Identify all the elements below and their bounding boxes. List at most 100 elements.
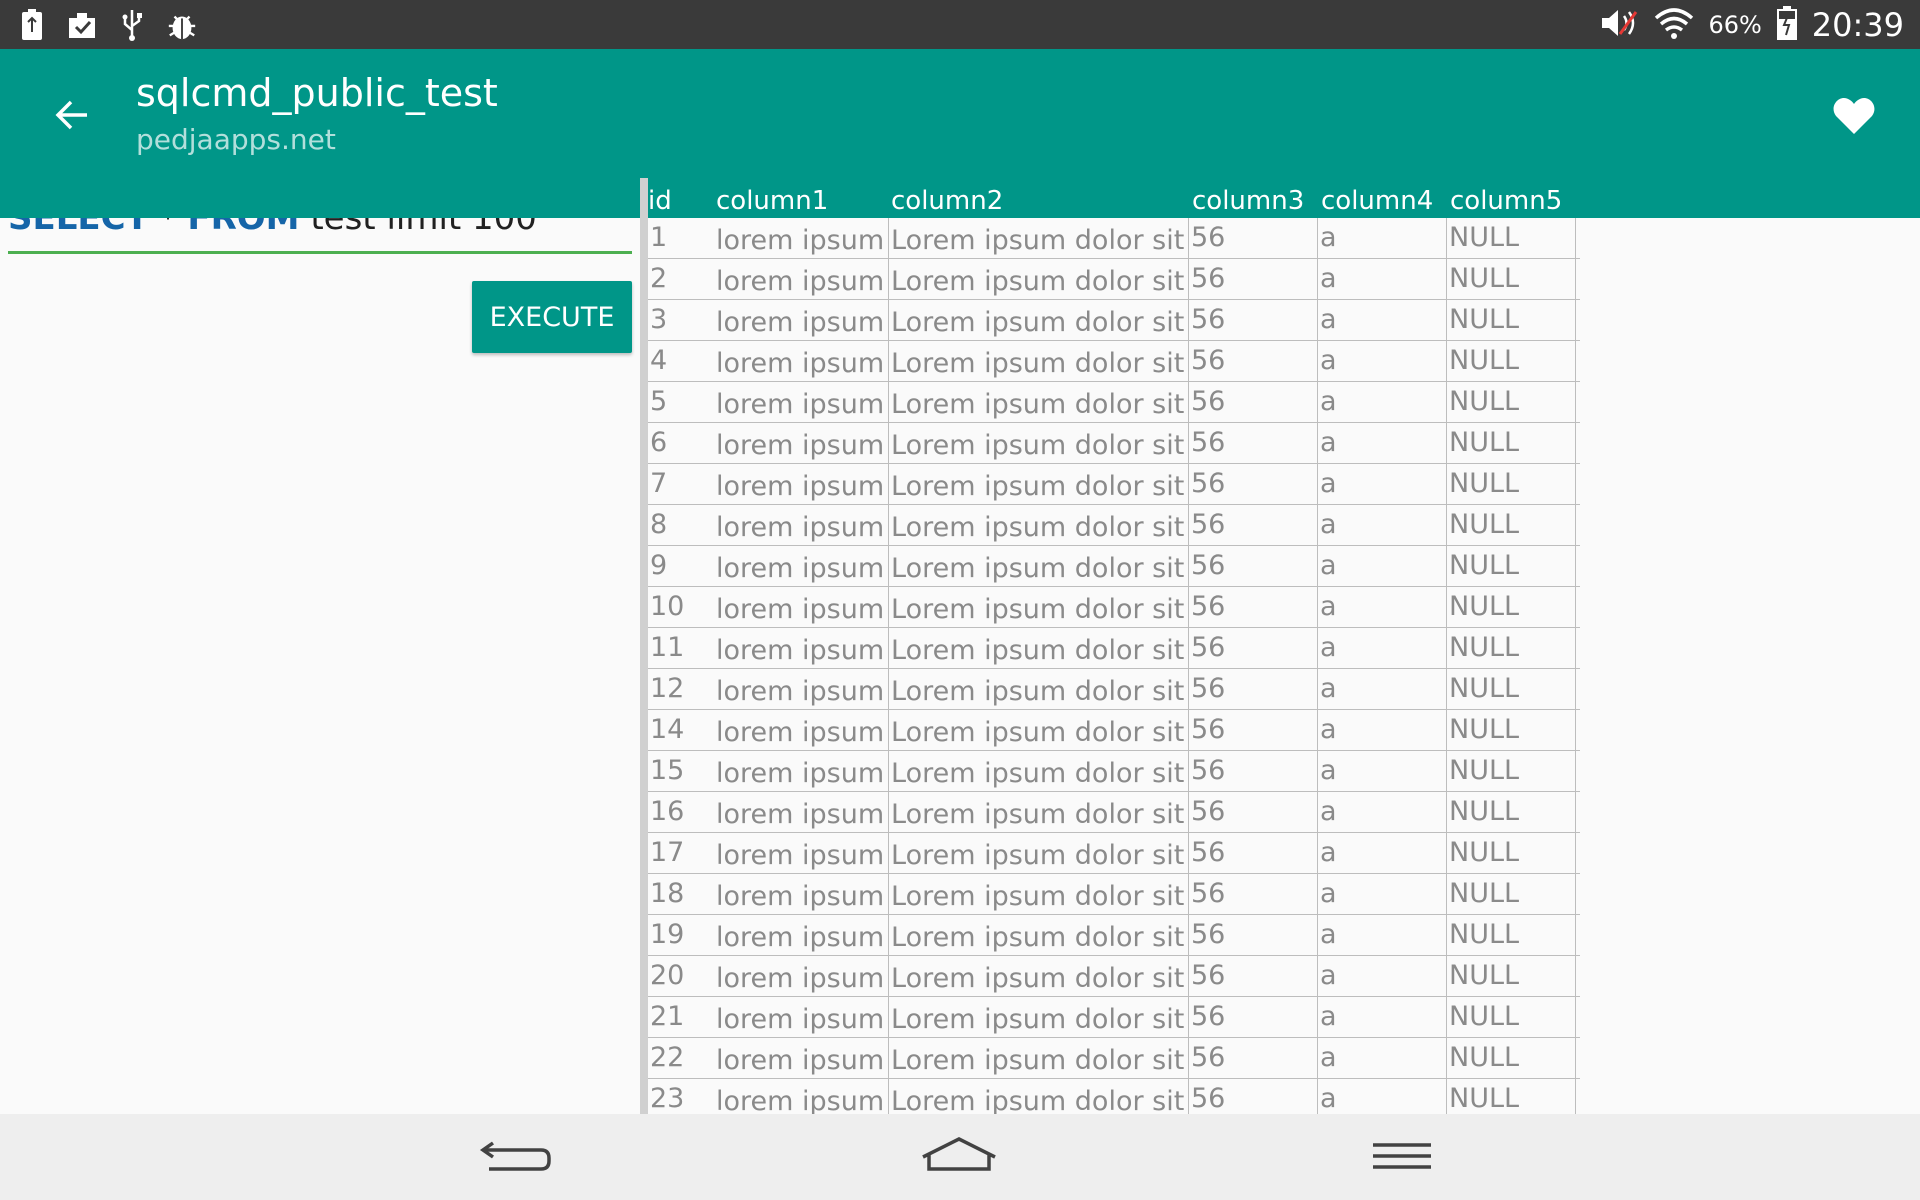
cell-column1: lorem ipsum	[714, 874, 889, 915]
cell-id: 6	[650, 427, 668, 458]
cell-column1: lorem ipsum	[714, 546, 889, 587]
table-row[interactable]: 21 lorem ipsum Lorem ipsum dolor sit a 56 a N…	[648, 997, 1580, 1038]
column-header-id: id	[648, 186, 672, 216]
cell-column2: Lorem ipsum dolor sit a	[889, 423, 1189, 464]
cell-column5: NULL	[1447, 1079, 1576, 1114]
column-header-column3: column3	[1192, 186, 1305, 216]
table-row[interactable]: 6 lorem ipsum Lorem ipsum dolor sit a 56 a NU…	[648, 423, 1580, 464]
cell-column4: a	[1318, 546, 1447, 587]
cell-column2: Lorem ipsum dolor sit a	[889, 587, 1189, 628]
menu-nav-icon	[1373, 1143, 1431, 1169]
cell-column2: Lorem ipsum dolor sit a	[889, 833, 1189, 874]
arrow-back-icon	[55, 100, 87, 130]
cell-id: 20	[650, 960, 685, 991]
cell-column4: a	[1318, 259, 1447, 300]
cell-column3: 56	[1189, 259, 1318, 300]
table-row[interactable]: 17 lorem ipsum Lorem ipsum dolor sit a 56 a N…	[648, 833, 1580, 874]
table-row[interactable]: 2 lorem ipsum Lorem ipsum dolor sit a 56 a NU…	[648, 259, 1580, 300]
cell-id: 14	[650, 714, 685, 745]
cell-column1: lorem ipsum	[714, 710, 889, 751]
back-button[interactable]	[44, 87, 100, 143]
clock: 20:39	[1811, 5, 1904, 44]
table-row[interactable]: 18 lorem ipsum Lorem ipsum dolor sit a 56 a N…	[648, 874, 1580, 915]
table-row[interactable]: 14 lorem ipsum Lorem ipsum dolor sit a 56 a N…	[648, 710, 1580, 751]
cell-column4: a	[1318, 874, 1447, 915]
cell-column5: NULL	[1447, 546, 1576, 587]
cell-column1: lorem ipsum	[714, 1079, 889, 1114]
back-nav-icon	[479, 1141, 551, 1171]
table-row[interactable]: 12 lorem ipsum Lorem ipsum dolor sit a 56 a N…	[648, 669, 1580, 710]
cell-column4: a	[1318, 751, 1447, 792]
table-row[interactable]: 5 lorem ipsum Lorem ipsum dolor sit a 56 a NU…	[648, 382, 1580, 423]
nav-back-button[interactable]	[472, 1128, 562, 1186]
table-row[interactable]: 16 lorem ipsum Lorem ipsum dolor sit a 56 a N…	[648, 792, 1580, 833]
cell-column5: NULL	[1447, 423, 1576, 464]
cell-column2: Lorem ipsum dolor sit a	[889, 792, 1189, 833]
table-row[interactable]: 19 lorem ipsum Lorem ipsum dolor sit a 56 a N…	[648, 915, 1580, 956]
table-row[interactable]: 4 lorem ipsum Lorem ipsum dolor sit a 56 a NU…	[648, 341, 1580, 382]
nav-home-button[interactable]	[914, 1128, 1004, 1186]
column-header-column4: column4	[1321, 186, 1434, 216]
cell-id: 8	[650, 509, 668, 540]
cell-id: 18	[650, 878, 685, 909]
table-row[interactable]: 23 lorem ipsum Lorem ipsum dolor sit a 56 a N…	[648, 1079, 1580, 1114]
table-row[interactable]: 9 lorem ipsum Lorem ipsum dolor sit a 56 a NU…	[648, 546, 1580, 587]
table-row[interactable]: 15 lorem ipsum Lorem ipsum dolor sit a 56 a N…	[648, 751, 1580, 792]
status-bar-system: 66% 20:39	[1598, 0, 1904, 49]
cell-id: 22	[650, 1042, 685, 1073]
cell-column3: 56	[1189, 792, 1318, 833]
cell-id: 23	[650, 1083, 685, 1114]
table-row[interactable]: 10 lorem ipsum Lorem ipsum dolor sit a 56 a N…	[648, 587, 1580, 628]
cell-column2: Lorem ipsum dolor sit a	[889, 997, 1189, 1038]
table-row[interactable]: 8 lorem ipsum Lorem ipsum dolor sit a 56 a NU…	[648, 505, 1580, 546]
cell-column3: 56	[1189, 915, 1318, 956]
cell-column3: 56	[1189, 710, 1318, 751]
cell-column2: Lorem ipsum dolor sit a	[889, 382, 1189, 423]
execute-button[interactable]: EXECUTE	[472, 281, 632, 353]
home-nav-icon	[922, 1137, 996, 1171]
cell-id: 12	[650, 673, 685, 704]
cell-column5: NULL	[1447, 464, 1576, 505]
cell-column4: a	[1318, 341, 1447, 382]
cell-column3: 56	[1189, 628, 1318, 669]
cell-column1: lorem ipsum	[714, 833, 889, 874]
cell-id: 5	[650, 386, 668, 417]
cell-column3: 56	[1189, 423, 1318, 464]
battery-charging-icon	[1776, 5, 1798, 45]
cell-column3: 56	[1189, 300, 1318, 341]
table-row[interactable]: 1 lorem ipsum Lorem ipsum dolor sit a 56 a NU…	[648, 218, 1580, 259]
cell-column3: 56	[1189, 587, 1318, 628]
cell-column1: lorem ipsum	[714, 587, 889, 628]
usb-icon	[116, 8, 148, 42]
cell-column3: 56	[1189, 341, 1318, 382]
cell-column2: Lorem ipsum dolor sit a	[889, 259, 1189, 300]
cell-id: 10	[650, 591, 685, 622]
cell-column5: NULL	[1447, 505, 1576, 546]
cell-column4: a	[1318, 792, 1447, 833]
status-bar-notifications	[16, 0, 198, 49]
cell-id: 1	[650, 222, 668, 253]
cell-column1: lorem ipsum	[714, 423, 889, 464]
table-row[interactable]: 3 lorem ipsum Lorem ipsum dolor sit a 56 a NU…	[648, 300, 1580, 341]
table-row[interactable]: 20 lorem ipsum Lorem ipsum dolor sit a 56 a N…	[648, 956, 1580, 997]
table-row[interactable]: 22 lorem ipsum Lorem ipsum dolor sit a 56 a N…	[648, 1038, 1580, 1079]
cell-column4: a	[1318, 997, 1447, 1038]
nav-menu-button[interactable]	[1357, 1128, 1447, 1186]
table-row[interactable]: 11 lorem ipsum Lorem ipsum dolor sit a 56 a N…	[648, 628, 1580, 669]
bug-icon	[166, 8, 198, 42]
cell-column1: lorem ipsum	[714, 956, 889, 997]
cell-column1: lorem ipsum	[714, 505, 889, 546]
battery-percent: 66%	[1708, 10, 1762, 39]
cell-column2: Lorem ipsum dolor sit a	[889, 546, 1189, 587]
cell-id: 3	[650, 304, 668, 335]
cell-column5: NULL	[1447, 874, 1576, 915]
cell-column1: lorem ipsum	[714, 259, 889, 300]
results-grid[interactable]: 1 lorem ipsum Lorem ipsum dolor sit a 56 a NU…	[648, 218, 1580, 1114]
cell-column4: a	[1318, 1079, 1447, 1114]
favorite-button[interactable]	[1824, 89, 1884, 143]
cell-column3: 56	[1189, 956, 1318, 997]
cell-column3: 56	[1189, 546, 1318, 587]
panel-divider[interactable]	[640, 178, 648, 1114]
cell-column5: NULL	[1447, 792, 1576, 833]
table-row[interactable]: 7 lorem ipsum Lorem ipsum dolor sit a 56 a NU…	[648, 464, 1580, 505]
